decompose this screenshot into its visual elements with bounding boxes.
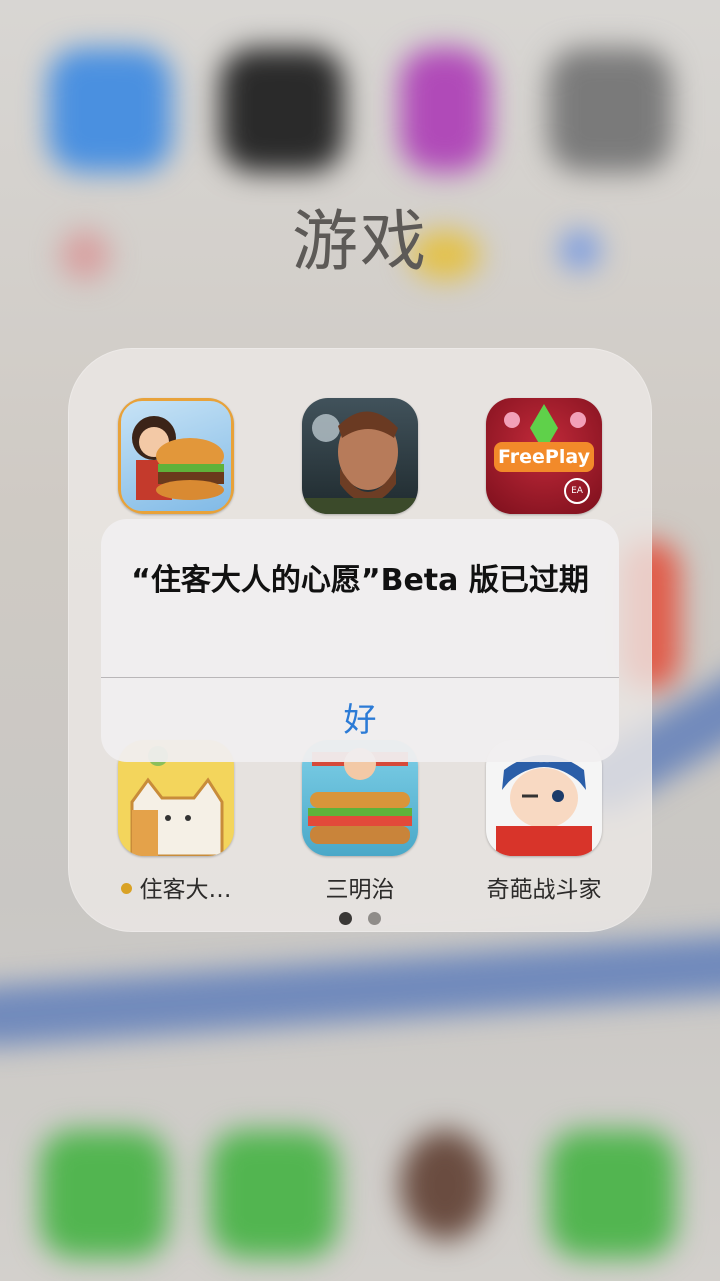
app-label: 奇葩战斗家 <box>486 877 602 903</box>
ea-logo: EA <box>564 478 590 504</box>
app-burger-chef[interactable] <box>118 398 234 514</box>
alert-ok-button[interactable]: 好 <box>101 678 619 762</box>
freeplay-text: FreePlay <box>494 442 594 472</box>
alert-dialog: “住客大人的心愿”Beta 版已过期 好 <box>101 519 619 762</box>
folder-title: 游戏 <box>292 203 428 280</box>
page-dot-active <box>339 912 352 925</box>
sims-freeplay-icon: FreePlay EA <box>486 398 602 514</box>
bearded-man-game-icon <box>302 398 418 514</box>
alert-message: “住客大人的心愿”Beta 版已过期 <box>131 563 589 598</box>
app-bearded-man[interactable] <box>302 398 418 514</box>
page-indicator[interactable] <box>0 910 720 929</box>
app-label: 住客大… <box>78 870 274 904</box>
app-sims-freeplay[interactable]: FreePlay EA <box>486 398 602 514</box>
beta-indicator-dot <box>120 883 132 894</box>
page-dot <box>368 912 381 925</box>
app-label: 三明治 <box>325 877 395 903</box>
burger-chef-game-icon <box>118 398 234 514</box>
